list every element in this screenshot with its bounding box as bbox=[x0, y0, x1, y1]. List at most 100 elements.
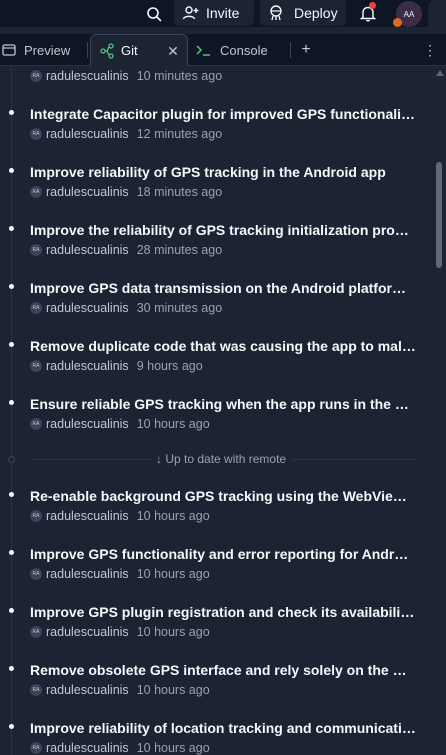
console-icon bbox=[196, 45, 210, 56]
commit-message: Integrate Capacitor plugin for improved … bbox=[30, 106, 416, 122]
commit-item[interactable]: Improve GPS functionality and error repo… bbox=[0, 544, 430, 602]
commit-item[interactable]: Improve the reliability of GPS tracking … bbox=[0, 220, 430, 278]
commit-author: radulescualinis bbox=[46, 625, 129, 639]
commit-meta: RA radulescualinis 18 minutes ago bbox=[30, 184, 222, 200]
commit-meta: RA radulescualinis 10 minutes ago bbox=[30, 68, 222, 84]
commit-dot bbox=[9, 608, 14, 613]
author-avatar: RA bbox=[30, 70, 42, 82]
commit-dot bbox=[9, 226, 14, 231]
scroll-up-icon[interactable] bbox=[436, 70, 444, 76]
commit-author: radulescualinis bbox=[46, 359, 129, 373]
invite-button[interactable]: Invite bbox=[174, 0, 254, 26]
avatar-badge bbox=[393, 18, 402, 27]
commit-message: Remove duplicate code that was causing t… bbox=[30, 338, 416, 354]
tab-preview-label: Preview bbox=[24, 42, 71, 58]
search-icon bbox=[147, 6, 162, 21]
commit-author: radulescualinis bbox=[46, 69, 129, 83]
commit-time: 10 hours ago bbox=[136, 509, 210, 523]
commit-time: 10 hours ago bbox=[136, 625, 210, 639]
commit-dot bbox=[9, 724, 14, 729]
notifications-button[interactable] bbox=[356, 0, 380, 27]
commit-dot bbox=[9, 168, 14, 173]
author-avatar: RA bbox=[30, 128, 42, 140]
commit-author: radulescualinis bbox=[46, 301, 129, 315]
top-bar: Invite Deploy AA bbox=[0, 0, 446, 27]
commit-author: radulescualinis bbox=[46, 185, 129, 199]
commit-dot bbox=[9, 342, 14, 347]
commit-time: 12 minutes ago bbox=[136, 127, 223, 141]
close-tab-icon[interactable]: ✕ bbox=[165, 43, 181, 59]
commit-item[interactable]: Improve GPS plugin registration and chec… bbox=[0, 602, 430, 660]
commit-author: radulescualinis bbox=[46, 567, 129, 581]
commit-meta: RA radulescualinis 9 hours ago bbox=[30, 358, 203, 374]
commit-author: radulescualinis bbox=[46, 417, 129, 431]
add-user-icon bbox=[182, 6, 199, 20]
author-avatar: RA bbox=[30, 186, 42, 198]
commit-time: 28 minutes ago bbox=[136, 243, 223, 257]
deploy-label: Deploy bbox=[294, 5, 338, 21]
author-avatar: RA bbox=[30, 742, 42, 754]
commit-item[interactable]: RA radulescualinis 10 minutes ago bbox=[0, 66, 430, 100]
commit-meta: RA radulescualinis 10 hours ago bbox=[30, 740, 210, 755]
commit-author: radulescualinis bbox=[46, 127, 129, 141]
commit-author: radulescualinis bbox=[46, 683, 129, 697]
notification-dot bbox=[369, 2, 376, 9]
tab-divider bbox=[87, 42, 88, 58]
author-avatar: RA bbox=[30, 302, 42, 314]
commit-time: 10 hours ago bbox=[136, 741, 210, 755]
commit-meta: RA radulescualinis 30 minutes ago bbox=[30, 300, 222, 316]
commit-dot bbox=[9, 550, 14, 555]
scroll-thumb[interactable] bbox=[436, 162, 442, 268]
commit-meta: RA radulescualinis 10 hours ago bbox=[30, 508, 210, 524]
commit-item[interactable]: Improve GPS data transmission on the And… bbox=[0, 278, 430, 336]
tab-menu-icon[interactable]: ⋮ bbox=[420, 34, 440, 66]
commit-author: radulescualinis bbox=[46, 741, 129, 755]
preview-icon bbox=[2, 44, 16, 56]
remote-status: ↓ Up to date with remote bbox=[150, 451, 293, 467]
commit-message: Remove obsolete GPS interface and rely s… bbox=[30, 662, 416, 678]
commit-message: Re-enable background GPS tracking using … bbox=[30, 488, 416, 504]
user-avatar[interactable]: AA bbox=[393, 1, 422, 27]
author-avatar: RA bbox=[30, 244, 42, 256]
commit-meta: RA radulescualinis 10 hours ago bbox=[30, 566, 210, 582]
author-avatar: RA bbox=[30, 510, 42, 522]
tab-preview[interactable]: Preview bbox=[0, 34, 82, 66]
tab-bar: Preview Git ✕ Console + ⋮ bbox=[0, 34, 446, 66]
commit-time: 10 minutes ago bbox=[136, 69, 223, 83]
commit-meta: RA radulescualinis 10 hours ago bbox=[30, 416, 210, 432]
tab-console-label: Console bbox=[220, 42, 268, 58]
commit-item[interactable]: Remove obsolete GPS interface and rely s… bbox=[0, 660, 430, 718]
deploy-button[interactable]: Deploy bbox=[260, 0, 346, 26]
invite-label: Invite bbox=[206, 5, 240, 21]
vertical-scrollbar[interactable] bbox=[434, 66, 446, 755]
commit-item[interactable]: Remove duplicate code that was causing t… bbox=[0, 336, 430, 394]
commit-message: Ensure reliable GPS tracking when the ap… bbox=[30, 396, 416, 412]
git-branch-icon bbox=[100, 42, 114, 59]
search-button[interactable] bbox=[142, 0, 166, 27]
commit-item[interactable]: Integrate Capacitor plugin for improved … bbox=[0, 104, 430, 162]
commit-item[interactable]: Ensure reliable GPS tracking when the ap… bbox=[0, 394, 430, 452]
arrow-down-icon: ↓ bbox=[156, 452, 166, 466]
commit-item[interactable]: Improve reliability of location tracking… bbox=[0, 718, 430, 755]
commit-message: Improve reliability of GPS tracking in t… bbox=[30, 164, 386, 180]
commit-message: Improve GPS plugin registration and chec… bbox=[30, 604, 416, 620]
commit-dot bbox=[9, 666, 14, 671]
commit-list: RA radulescualinis 10 minutes ago Integr… bbox=[0, 66, 446, 755]
commit-time: 10 hours ago bbox=[136, 567, 210, 581]
tab-git[interactable]: Git ✕ bbox=[90, 34, 188, 66]
author-avatar: RA bbox=[30, 568, 42, 580]
commit-dot bbox=[9, 400, 14, 405]
commit-message: Improve reliability of location tracking… bbox=[30, 720, 416, 736]
commit-meta: RA radulescualinis 28 minutes ago bbox=[30, 242, 222, 258]
avatar-initials: AA bbox=[403, 9, 415, 19]
commit-meta: RA radulescualinis 12 minutes ago bbox=[30, 126, 222, 142]
add-tab-icon[interactable]: + bbox=[296, 34, 316, 66]
tab-git-label: Git bbox=[121, 43, 138, 58]
tab-console[interactable]: Console bbox=[190, 34, 290, 66]
author-avatar: RA bbox=[30, 684, 42, 696]
commit-item[interactable]: Improve reliability of GPS tracking in t… bbox=[0, 162, 430, 220]
commit-author: radulescualinis bbox=[46, 243, 129, 257]
remote-marker bbox=[8, 456, 15, 463]
commit-item[interactable]: Re-enable background GPS tracking using … bbox=[0, 486, 430, 544]
author-avatar: RA bbox=[30, 360, 42, 372]
